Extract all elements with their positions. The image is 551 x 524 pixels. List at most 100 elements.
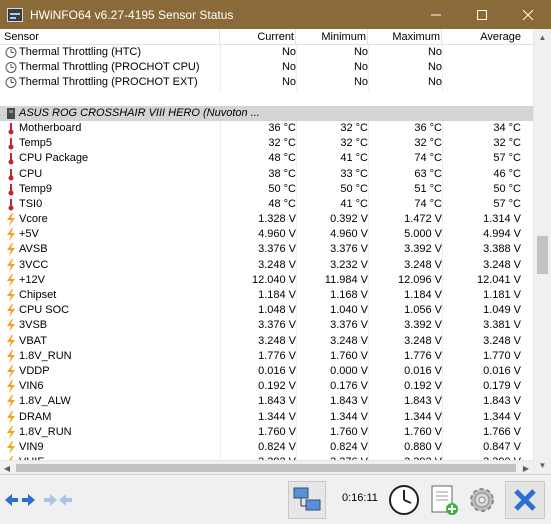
sensor-row[interactable]: Thermal Throttling (PROCHOT CPU) No No No — [0, 60, 533, 76]
sensor-row[interactable]: +12V 12.040 V 11.984 V 12.096 V 12.041 V — [0, 272, 533, 288]
gear-icon — [470, 488, 494, 512]
maximum-value: 74 °C — [414, 197, 442, 210]
reset-timer-button[interactable] — [386, 481, 422, 519]
maximum-value: 3.392 V — [404, 243, 442, 256]
header-current[interactable]: Current — [220, 29, 296, 45]
minimum-value: 11.984 V — [324, 273, 368, 286]
minimize-button[interactable] — [413, 0, 459, 29]
sensor-name: Vcore — [19, 213, 48, 226]
scroll-left-arrow-icon[interactable]: ◀ — [0, 461, 14, 475]
minimum-value: 3.376 V — [330, 319, 368, 332]
sensor-name: 1.8V_ALW — [19, 395, 71, 408]
sensor-row[interactable]: VDDP 0.016 V 0.000 V 0.016 V 0.016 V — [0, 363, 533, 380]
average-value: 4.994 V — [483, 228, 521, 241]
sensor-row[interactable]: Thermal Throttling (PROCHOT EXT) No No No — [0, 75, 533, 91]
average-value: 1.181 V — [483, 289, 521, 301]
header-sensor[interactable]: Sensor — [4, 29, 220, 45]
sensor-name: Motherboard — [19, 121, 82, 134]
clock-icon — [5, 47, 17, 58]
sensor-row[interactable]: VIN6 0.192 V 0.176 V 0.192 V 0.179 V — [0, 379, 533, 395]
sensor-name: +12V — [19, 273, 45, 286]
sensor-row[interactable]: CPU 38 °C 33 °C 63 °C 46 °C — [0, 166, 533, 182]
maximum-value: 1.184 V — [404, 289, 442, 301]
thermometer-icon — [8, 138, 14, 150]
lightning-bolt-icon — [7, 258, 15, 272]
sensor-row[interactable]: DRAM 1.344 V 1.344 V 1.344 V 1.344 V — [0, 409, 533, 425]
current-value — [220, 91, 296, 106]
current-value: 0.824 V — [258, 440, 296, 453]
sensor-name: Temp5 — [19, 137, 53, 150]
vertical-scroll-thumb[interactable] — [537, 236, 548, 274]
network-button[interactable] — [288, 481, 326, 519]
maximum-value — [368, 106, 442, 121]
horizontal-scrollbar[interactable]: ◀ ▶ — [0, 460, 533, 474]
sensor-row[interactable]: 1.8V_ALW 1.843 V 1.843 V 1.843 V 1.843 V — [0, 394, 533, 410]
current-value: 38 °C — [268, 167, 296, 180]
sensor-name: 3VCC — [19, 258, 49, 271]
sensor-row[interactable]: 3VCC 3.248 V 3.232 V 3.248 V 3.248 V — [0, 257, 533, 273]
minimum-value: 1.168 V — [330, 289, 368, 301]
sensor-row[interactable]: +5V 4.960 V 4.960 V 5.000 V 4.994 V — [0, 227, 533, 243]
title-bar: HWiNFO64 v6.27-4195 Sensor Status — [0, 0, 551, 29]
sensor-row[interactable]: Temp9 50 °C 50 °C 51 °C 50 °C — [0, 181, 533, 197]
maximum-value: 36 °C — [414, 121, 442, 134]
maximum-value: 5.000 V — [404, 228, 442, 241]
scroll-down-arrow-icon[interactable]: ▼ — [534, 457, 551, 474]
average-value: 12.041 V — [476, 273, 521, 286]
thermometer-icon — [8, 122, 14, 135]
horizontal-scroll-thumb[interactable] — [16, 464, 516, 472]
sensor-name: VIN9 — [19, 440, 44, 453]
current-value: 12.040 V — [251, 273, 296, 286]
sensor-group-row[interactable]: ASUS ROG CROSSHAIR VIII HERO (Nuvoton ..… — [0, 105, 533, 121]
settings-button[interactable] — [464, 481, 500, 519]
sensor-row[interactable]: VBAT 3.248 V 3.248 V 3.248 V 3.248 V — [0, 333, 533, 349]
maximum-value: 0.880 V — [404, 440, 442, 453]
vertical-scrollbar[interactable]: ▲ ▼ — [533, 29, 551, 474]
close-icon — [523, 9, 533, 20]
sensor-row[interactable]: CPU Package 48 °C 41 °C 74 °C 57 °C — [0, 151, 533, 167]
maximize-button[interactable] — [459, 0, 505, 29]
current-value: 1.328 V — [258, 213, 296, 226]
sensor-name: CPU SOC — [19, 304, 70, 317]
sensor-row[interactable]: Thermal Throttling (HTC) No No No — [0, 45, 533, 61]
sensor-name: CPU Package — [19, 152, 89, 165]
maximum-value: 0.016 V — [404, 364, 442, 377]
scroll-right-arrow-icon[interactable]: ▶ — [519, 461, 533, 475]
log-file-button[interactable] — [426, 481, 462, 519]
scroll-up-arrow-icon[interactable]: ▲ — [534, 29, 551, 46]
maximum-value: 1.776 V — [404, 349, 442, 362]
maximum-value: No — [427, 76, 442, 89]
minimum-value: 0.824 V — [330, 440, 368, 453]
sensor-row[interactable]: 1.8V_RUN 1.760 V 1.760 V 1.760 V 1.766 V — [0, 424, 533, 440]
close-window-button[interactable] — [505, 0, 551, 29]
expand-layout-button[interactable] — [4, 481, 36, 519]
sensor-row[interactable]: Motherboard 36 °C 32 °C 36 °C 34 °C — [0, 120, 533, 137]
thermometer-icon — [8, 183, 14, 196]
header-maximum[interactable]: Maximum — [368, 29, 442, 45]
sensor-row[interactable]: 1.8V_RUN 1.776 V 1.760 V 1.776 V 1.770 V — [0, 348, 533, 364]
sensor-row — [0, 91, 533, 106]
average-value: 1.770 V — [483, 349, 521, 362]
sensor-row[interactable]: Vcore 1.328 V 0.392 V 1.472 V 1.314 V — [0, 212, 533, 228]
header-average[interactable]: Average — [442, 29, 521, 45]
sensor-row[interactable]: TSI0 48 °C 41 °C 74 °C 57 °C — [0, 196, 533, 213]
sensor-row[interactable]: Chipset 1.184 V 1.168 V 1.184 V 1.181 V — [0, 288, 533, 304]
sensor-row[interactable]: AVSB 3.376 V 3.376 V 3.392 V 3.388 V — [0, 242, 533, 258]
sensor-row[interactable]: CPU SOC 1.048 V 1.040 V 1.056 V 1.049 V — [0, 303, 533, 319]
header-minimum[interactable]: Minimum — [296, 29, 368, 45]
sensor-row[interactable]: 3VSB 3.376 V 3.376 V 3.392 V 3.381 V — [0, 318, 533, 334]
average-value: 0.179 V — [483, 380, 521, 393]
column-header: Sensor Current Minimum Maximum Average — [0, 29, 533, 45]
close-sensors-button[interactable] — [505, 481, 545, 519]
sensor-name: 1.8V_RUN — [19, 349, 72, 362]
current-value: 3.248 V — [258, 258, 296, 271]
maximum-value: 1.472 V — [404, 213, 442, 226]
sensor-row[interactable]: Temp5 32 °C 32 °C 32 °C 32 °C — [0, 136, 533, 152]
maximum-value: 1.760 V — [404, 425, 442, 438]
minimum-value: 1.760 V — [330, 425, 368, 438]
lightning-bolt-icon — [7, 395, 15, 409]
sensor-row[interactable]: VIN9 0.824 V 0.824 V 0.880 V 0.847 V — [0, 439, 533, 456]
average-value: 3.388 V — [483, 243, 521, 256]
average-value: 3.381 V — [483, 319, 521, 332]
collapse-layout-button[interactable] — [42, 481, 74, 519]
